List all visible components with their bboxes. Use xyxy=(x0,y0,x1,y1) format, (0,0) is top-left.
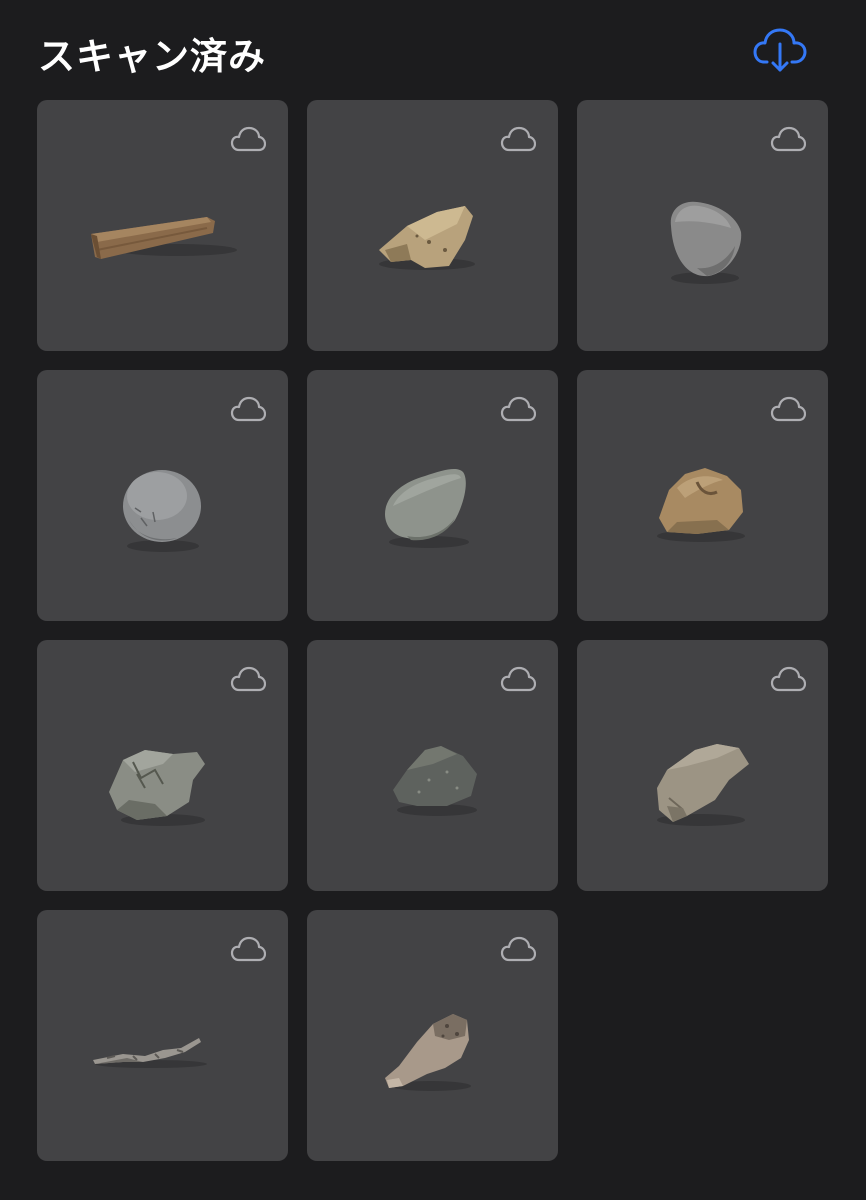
page-title: スキャン済み xyxy=(38,35,266,78)
cloud-icon xyxy=(500,666,536,692)
scan-item-beige-rock[interactable] xyxy=(577,640,828,891)
scan-item-wooden-stick[interactable] xyxy=(37,100,288,351)
cloud-icon xyxy=(500,126,536,152)
cloud-icon xyxy=(230,666,266,692)
scan-item-tan-rock[interactable] xyxy=(307,100,558,351)
cloud-download-button[interactable] xyxy=(752,24,808,76)
cloud-icon xyxy=(770,666,806,692)
cloud-icon xyxy=(230,936,266,962)
cloud-icon xyxy=(500,396,536,422)
scan-item-twig[interactable] xyxy=(37,910,288,1161)
cloud-icon xyxy=(770,396,806,422)
scan-item-brown-rock[interactable] xyxy=(577,370,828,621)
scan-item-gray-rounded-stone[interactable] xyxy=(577,100,828,351)
scan-item-gray-green-pebble[interactable] xyxy=(307,370,558,621)
scan-item-gray-oval-pebble[interactable] xyxy=(37,370,288,621)
cloud-icon xyxy=(230,126,266,152)
header-bar: スキャン済み xyxy=(0,0,866,100)
scan-item-dark-gray-rock[interactable] xyxy=(307,640,558,891)
cloud-icon xyxy=(230,396,266,422)
cloud-download-icon xyxy=(753,28,807,72)
cloud-icon xyxy=(500,936,536,962)
scan-grid xyxy=(37,100,829,1161)
scan-item-bone-fragment[interactable] xyxy=(307,910,558,1161)
scan-item-gray-jagged-rock[interactable] xyxy=(37,640,288,891)
cloud-icon xyxy=(770,126,806,152)
